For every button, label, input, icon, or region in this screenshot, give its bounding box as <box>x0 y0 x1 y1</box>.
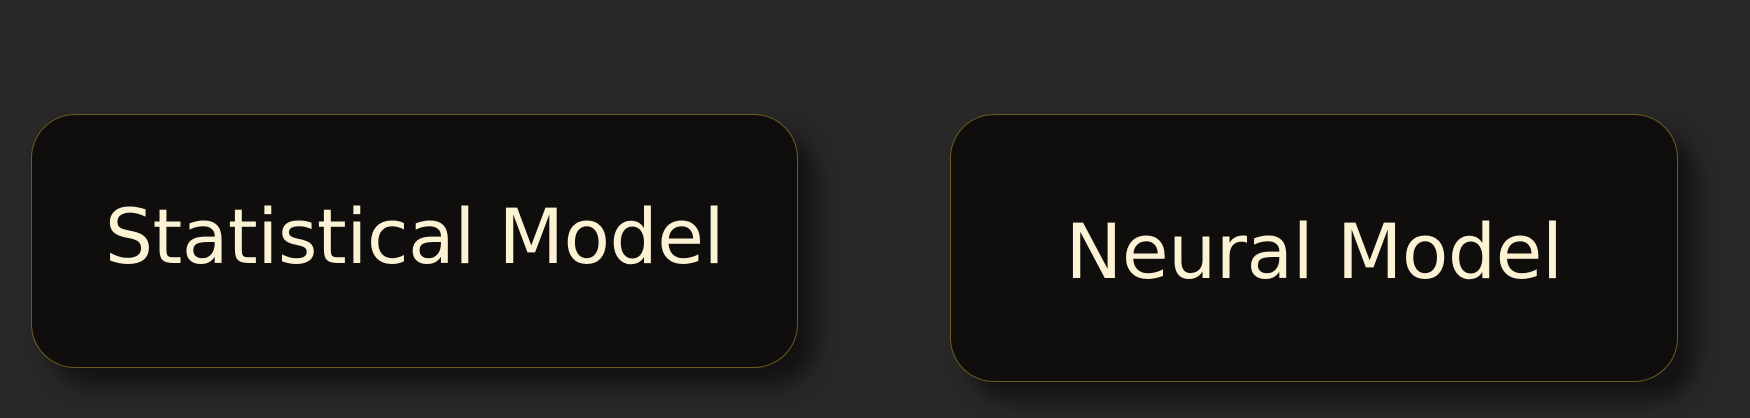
diagram-canvas: Statistical Model Neural Model <box>0 0 1750 418</box>
neural-model-label: Neural Model <box>1065 207 1563 296</box>
neural-model-node: Neural Model <box>950 114 1678 382</box>
statistical-model-node: Statistical Model <box>31 114 798 368</box>
statistical-model-label: Statistical Model <box>104 192 725 281</box>
